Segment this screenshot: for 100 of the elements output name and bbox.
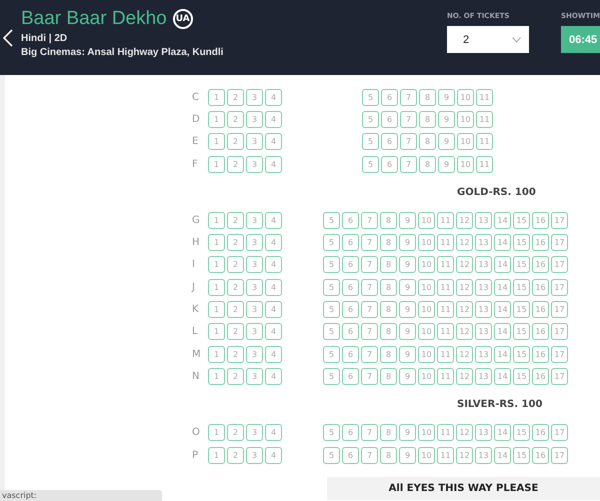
seat[interactable]: 3 [246,156,263,173]
seat[interactable]: 8 [380,446,397,464]
seat[interactable]: 7 [361,323,378,340]
seat[interactable]: 17 [551,323,568,340]
seat[interactable]: 4 [265,368,282,385]
seat[interactable]: 2 [227,256,244,274]
tickets-dropdown[interactable]: 2 [447,26,529,53]
seat[interactable]: 12 [456,346,473,363]
seat[interactable]: 2 [227,446,244,464]
seat[interactable]: 13 [475,368,492,385]
seat[interactable]: 6 [381,88,398,106]
seat[interactable]: 13 [475,424,492,442]
seat[interactable]: 9 [399,234,416,252]
seat[interactable]: 14 [494,424,511,442]
seat[interactable]: 1 [208,446,225,464]
seat[interactable]: 2 [227,424,244,442]
seat[interactable]: 4 [265,301,282,318]
seat[interactable]: 11 [437,278,454,296]
seat[interactable]: 1 [208,368,225,385]
seat[interactable]: 14 [494,278,511,296]
seat[interactable]: 10 [418,212,435,229]
seat[interactable]: 6 [342,446,359,464]
seat[interactable]: 17 [551,234,568,252]
seat[interactable]: 8 [419,110,436,128]
seat[interactable]: 6 [342,234,359,252]
seat[interactable]: 1 [208,256,225,274]
seat[interactable]: 9 [438,156,455,173]
seat[interactable]: 12 [456,234,473,252]
seat[interactable]: 11 [437,301,454,318]
seat[interactable]: 12 [456,212,473,229]
seat[interactable]: 6 [381,133,398,150]
seat[interactable]: 12 [456,424,473,442]
seat[interactable]: 4 [265,256,282,274]
seat[interactable]: 17 [551,256,568,274]
seat[interactable]: 16 [532,446,549,464]
seat[interactable]: 2 [227,88,244,106]
seat[interactable]: 3 [246,424,263,442]
seat[interactable]: 15 [513,301,530,318]
seat[interactable]: 8 [380,323,397,340]
seat[interactable]: 14 [494,301,511,318]
seat[interactable]: 4 [265,446,282,464]
seat[interactable]: 4 [265,212,282,229]
seat[interactable]: 7 [400,133,417,150]
seat[interactable]: 4 [265,88,282,106]
seat[interactable]: 14 [494,234,511,252]
seat[interactable]: 3 [246,212,263,229]
seat[interactable]: 12 [456,323,473,340]
seat[interactable]: 9 [438,110,455,128]
seat[interactable]: 15 [513,278,530,296]
seat[interactable]: 9 [399,212,416,229]
seat[interactable]: 7 [400,156,417,173]
seat[interactable]: 8 [380,368,397,385]
seat[interactable]: 15 [513,346,530,363]
seat[interactable]: 8 [380,301,397,318]
seat[interactable]: 2 [227,323,244,340]
seat[interactable]: 9 [399,446,416,464]
seat[interactable]: 14 [494,212,511,229]
seat[interactable]: 7 [361,368,378,385]
seat[interactable]: 16 [532,424,549,442]
seat[interactable]: 5 [323,301,340,318]
seat[interactable]: 17 [551,424,568,442]
seat[interactable]: 9 [438,88,455,106]
seat[interactable]: 2 [227,212,244,229]
seat[interactable]: 8 [380,346,397,363]
seat[interactable]: 17 [551,212,568,229]
seat[interactable]: 11 [437,346,454,363]
seat[interactable]: 11 [437,256,454,274]
seat[interactable]: 10 [457,110,474,128]
seat[interactable]: 16 [532,368,549,385]
seat[interactable]: 17 [551,346,568,363]
seat[interactable]: 1 [208,133,225,150]
seat[interactable]: 6 [342,346,359,363]
seat[interactable]: 13 [475,278,492,296]
seat[interactable]: 16 [532,278,549,296]
seat[interactable]: 11 [437,323,454,340]
seat[interactable]: 7 [400,88,417,106]
seat[interactable]: 3 [246,446,263,464]
seat[interactable]: 8 [380,234,397,252]
seat[interactable]: 10 [418,301,435,318]
seat[interactable]: 16 [532,301,549,318]
showtime-button[interactable]: 06:45 [561,26,600,53]
seat[interactable]: 5 [323,323,340,340]
seat[interactable]: 5 [323,346,340,363]
seat[interactable]: 17 [551,368,568,385]
seat[interactable]: 15 [513,212,530,229]
seat[interactable]: 5 [323,234,340,252]
seat[interactable]: 2 [227,368,244,385]
seat[interactable]: 13 [475,446,492,464]
seat[interactable]: 5 [362,88,379,106]
seat[interactable]: 14 [494,346,511,363]
seat[interactable]: 10 [418,446,435,464]
seat[interactable]: 11 [437,212,454,229]
seat[interactable]: 1 [208,301,225,318]
seat[interactable]: 5 [323,278,340,296]
seat[interactable]: 10 [418,424,435,442]
seat[interactable]: 3 [246,301,263,318]
seat[interactable]: 10 [418,278,435,296]
seat[interactable]: 10 [457,133,474,150]
seat[interactable]: 3 [246,323,263,340]
seat[interactable]: 10 [418,256,435,274]
